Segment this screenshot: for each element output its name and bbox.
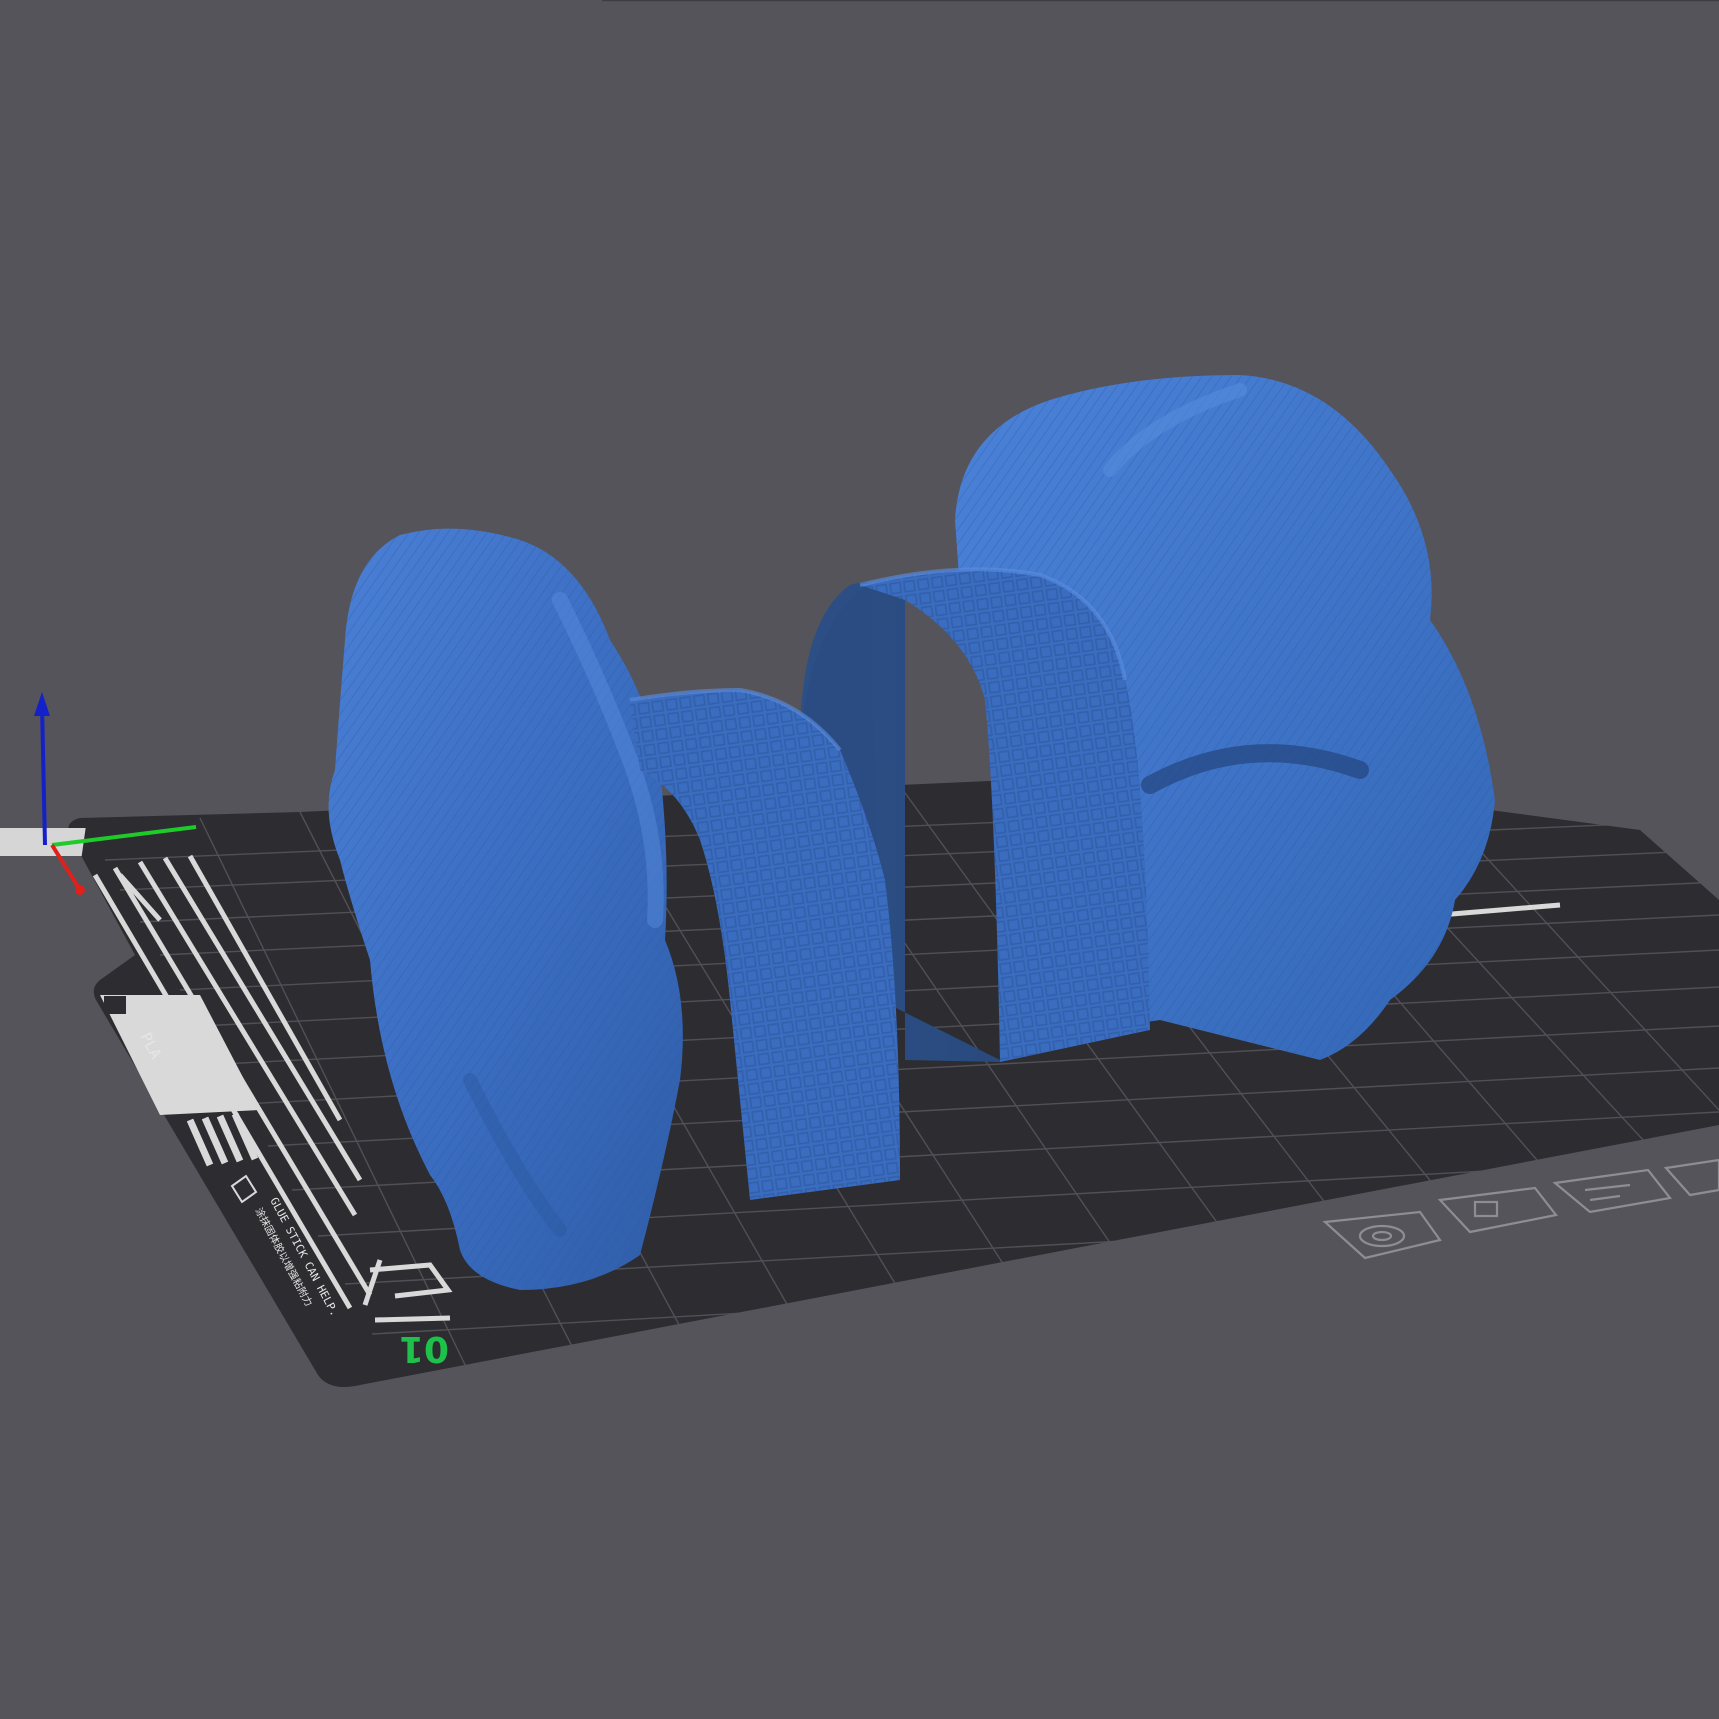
z-axis — [40, 704, 47, 846]
plate-number: 01 — [399, 1328, 449, 1369]
layers-icon — [1552, 1168, 1673, 1214]
3d-viewport[interactable]: PLA GLUE STICK CAN HELP. 涂抹固体胶以增强粘附力 01 — [0, 0, 1719, 1719]
nut-icon — [1322, 1210, 1442, 1260]
x-axis-tip — [75, 885, 85, 895]
card-icon — [1437, 1186, 1558, 1234]
box-icon — [1663, 1158, 1719, 1197]
z-axis-arrow — [34, 692, 50, 716]
